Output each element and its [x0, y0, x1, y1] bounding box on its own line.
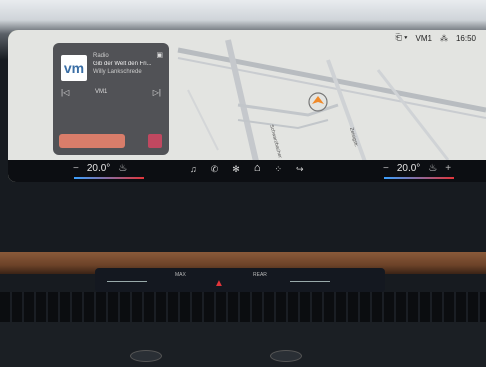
connectivity-icon: ⎗ ▾ — [395, 33, 408, 42]
status-bar: ⎗ ▾ VM1 ⁂ 16:50 — [396, 33, 476, 43]
home-icon[interactable]: ⌂ — [254, 162, 261, 175]
navigation-icon[interactable]: ↪ — [296, 164, 304, 175]
apps-icon[interactable]: ⁘ — [275, 164, 283, 175]
right-seat-heat-icon[interactable]: ♨ — [428, 163, 437, 174]
right-temp-up-button[interactable]: + — [445, 163, 451, 174]
profile-label: VM1 — [415, 33, 432, 43]
fan-icon[interactable]: ✻ — [232, 164, 240, 175]
bottom-dock: − 20.0° ♨ ♫ ✆ ✻ ⌂ ⁘ ↪ − 20.0° ♨ + — [8, 160, 486, 182]
phone-icon[interactable]: ✆ — [211, 164, 219, 175]
notification-icon: ⁂ — [439, 33, 448, 43]
next-icon[interactable]: ▷| — [153, 88, 161, 97]
right-climate[interactable]: − 20.0° ♨ + — [383, 163, 451, 174]
seat-heat-icon[interactable]: ♨ — [118, 163, 127, 174]
rear-defrost-label[interactable]: REAR — [253, 272, 267, 278]
dock-icons: ♫ ✆ ✻ ⌂ ⁘ ↪ — [190, 162, 304, 175]
left-fan-slider[interactable] — [107, 281, 147, 282]
air-vents — [0, 292, 486, 322]
media-favorite-button[interactable] — [148, 134, 162, 148]
media-widget[interactable]: vm Radio Gib der Welt den Fri... Willy L… — [53, 43, 169, 155]
right-fan-slider[interactable] — [290, 281, 330, 282]
lower-console — [0, 322, 486, 367]
source-switch-icon[interactable]: ▣ — [156, 51, 163, 59]
dashboard-lower: MAX REAR ▲ — [0, 182, 486, 367]
left-temp-down-button[interactable]: − — [73, 163, 79, 174]
track-artist: Willy Lankschrede — [93, 69, 142, 75]
right-temp-bar — [384, 177, 454, 179]
right-temp-down-button[interactable]: − — [383, 163, 389, 174]
media-source: Radio — [93, 53, 109, 59]
left-temp-bar — [74, 177, 144, 179]
previous-icon[interactable]: |◁ — [61, 88, 69, 97]
left-temp-value: 20.0° — [86, 163, 111, 174]
max-defrost-label[interactable]: MAX — [175, 272, 186, 278]
right-temp-value: 20.0° — [396, 163, 421, 174]
station-logo: vm — [61, 55, 87, 81]
right-knob[interactable] — [270, 350, 302, 362]
track-title: Gib der Welt den Fri... — [93, 61, 152, 67]
hazard-icon[interactable]: ▲ — [214, 278, 224, 289]
station-name: VM1 — [95, 89, 108, 95]
left-knob[interactable] — [130, 350, 162, 362]
media-action-button[interactable] — [59, 134, 125, 148]
infotainment-screen[interactable]: Schwarzbacher Zeisigstr. ⎗ ▾ VM1 ⁂ 16:50… — [8, 30, 486, 182]
time-display: 16:50 — [455, 33, 476, 43]
left-climate[interactable]: − 20.0° ♨ — [73, 163, 127, 174]
media-icon[interactable]: ♫ — [190, 164, 197, 175]
climate-control-panel[interactable]: MAX REAR — [95, 268, 385, 292]
